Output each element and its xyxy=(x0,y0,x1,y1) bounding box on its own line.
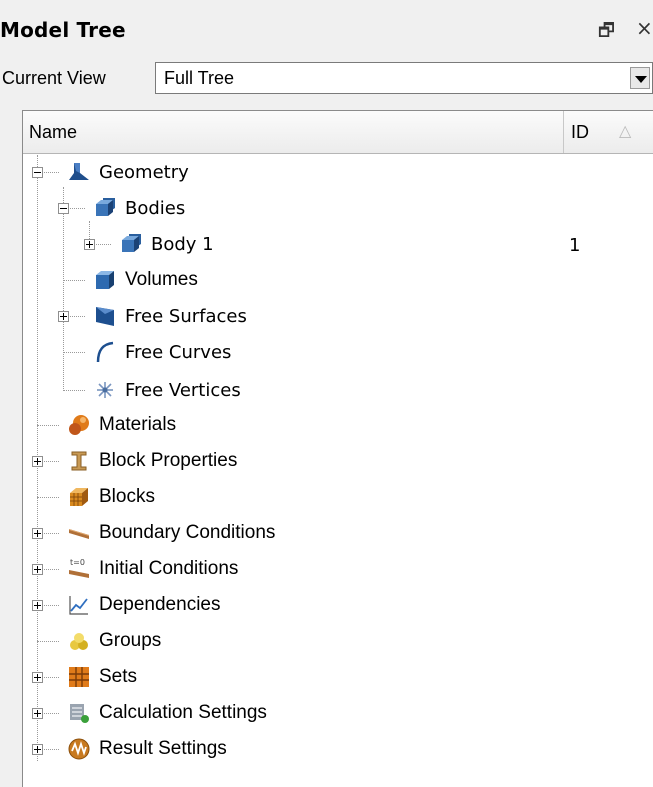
geometry-icon xyxy=(69,163,89,180)
tree-item-label: Sets xyxy=(99,666,138,687)
tree-item-label: Body 1 xyxy=(151,233,214,255)
blocks-icon xyxy=(70,488,88,506)
tree-item-label: Calculation Settings xyxy=(99,702,267,723)
expand-result-settings-toggle[interactable] xyxy=(32,744,43,755)
boundary-conditions-icon xyxy=(69,529,89,539)
tree-item-label: Bodies xyxy=(125,197,186,219)
tree-line xyxy=(37,497,59,498)
tree-item-blocks[interactable]: Blocks xyxy=(67,482,155,512)
tree-item-initial-conditions[interactable]: t=0 Initial Conditions xyxy=(67,554,238,584)
tree-item-label: Geometry xyxy=(99,161,189,183)
tree-item-label: Dependencies xyxy=(99,594,221,615)
tree-item-free-curves[interactable]: Free Curves xyxy=(93,337,231,367)
tree-line xyxy=(63,352,85,353)
current-view-row: Current View Full Tree xyxy=(0,58,653,98)
tree-item-free-surfaces[interactable]: Free Surfaces xyxy=(93,301,247,331)
expand-boundary-conditions-toggle[interactable] xyxy=(32,528,43,539)
sets-icon xyxy=(69,667,89,687)
chevron-down-icon[interactable] xyxy=(630,67,650,89)
tree-item-body-1[interactable]: Body 1 xyxy=(119,229,214,259)
calculation-settings-icon xyxy=(70,704,89,723)
tree-item-label: Materials xyxy=(99,414,177,435)
expand-initial-conditions-toggle[interactable] xyxy=(32,564,43,575)
column-header-id[interactable]: ID xyxy=(571,122,589,143)
tree-item-result-settings[interactable]: Result Settings xyxy=(67,734,227,764)
model-tree[interactable]: Name ID △ Geometry Bodies Body 1 1 Volum… xyxy=(22,110,653,787)
current-view-select[interactable]: Full Tree xyxy=(155,62,653,94)
current-view-value: Full Tree xyxy=(164,68,235,88)
tree-item-sets[interactable]: Sets xyxy=(67,662,137,692)
tree-item-label: Free Surfaces xyxy=(125,305,247,327)
panel-title: Model Tree xyxy=(0,18,126,42)
svg-text:t=0: t=0 xyxy=(70,558,85,567)
tree-item-label: Groups xyxy=(99,630,162,651)
tree-item-label: Block Properties xyxy=(99,450,238,471)
curve-icon xyxy=(96,341,114,363)
expand-sets-toggle[interactable] xyxy=(32,672,43,683)
body-icon xyxy=(122,234,141,252)
close-panel-button[interactable]: × xyxy=(636,16,653,40)
tree-item-volumes[interactable]: Volumes xyxy=(93,265,198,295)
tree-item-label: Initial Conditions xyxy=(99,558,239,579)
tree-item-dependencies[interactable]: Dependencies xyxy=(67,590,220,620)
tree-item-boundary-conditions[interactable]: Boundary Conditions xyxy=(67,518,275,548)
dependencies-icon xyxy=(69,596,88,615)
vertex-icon xyxy=(97,382,113,398)
tree-item-label: Free Vertices xyxy=(125,379,241,401)
volume-icon xyxy=(96,271,114,289)
groups-icon xyxy=(70,633,88,650)
tree-item-calculation-settings[interactable]: Calculation Settings xyxy=(67,698,267,728)
tree-item-free-vertices[interactable]: Free Vertices xyxy=(93,375,241,405)
block-properties-icon xyxy=(71,451,87,471)
tree-line xyxy=(63,187,64,391)
tree-line xyxy=(63,390,85,391)
collapse-geometry-toggle[interactable] xyxy=(32,167,43,178)
initial-conditions-icon: t=0 xyxy=(69,558,89,578)
tree-line xyxy=(37,425,59,426)
tree-item-bodies[interactable]: Bodies xyxy=(93,193,185,223)
expand-calculation-settings-toggle[interactable] xyxy=(32,708,43,719)
expand-block-properties-toggle[interactable] xyxy=(32,456,43,467)
tree-line xyxy=(63,280,85,281)
collapse-bodies-toggle[interactable] xyxy=(58,203,69,214)
tree-item-label: Blocks xyxy=(99,486,155,507)
tree-item-label: Volumes xyxy=(125,269,198,290)
materials-icon xyxy=(69,415,89,435)
tree-item-label: Result Settings xyxy=(99,738,227,759)
tree-item-materials[interactable]: Materials xyxy=(67,410,176,440)
column-divider[interactable] xyxy=(563,111,564,153)
tree-item-groups[interactable]: Groups xyxy=(67,626,161,656)
current-view-label: Current View xyxy=(2,68,106,88)
tree-line xyxy=(37,641,59,642)
expand-body-1-toggle[interactable] xyxy=(84,239,95,250)
tree-item-geometry[interactable]: Geometry xyxy=(67,157,189,187)
expand-dependencies-toggle[interactable] xyxy=(32,600,43,611)
tree-item-label: Free Curves xyxy=(125,341,232,363)
float-panel-button[interactable]: 🗗 xyxy=(598,18,615,48)
tree-item-block-properties[interactable]: Block Properties xyxy=(67,446,237,476)
expand-free-surfaces-toggle[interactable] xyxy=(58,311,69,322)
sort-ascending-icon: △ xyxy=(619,121,632,140)
result-settings-icon xyxy=(68,738,90,760)
body-1-id: 1 xyxy=(569,235,581,256)
tree-header: Name ID △ xyxy=(23,111,653,154)
surface-icon xyxy=(96,307,114,326)
panel-titlebar: Model Tree 🗗 × xyxy=(0,0,653,58)
bodies-icon xyxy=(96,198,115,216)
column-header-name[interactable]: Name xyxy=(29,122,77,143)
tree-item-label: Boundary Conditions xyxy=(99,522,276,543)
